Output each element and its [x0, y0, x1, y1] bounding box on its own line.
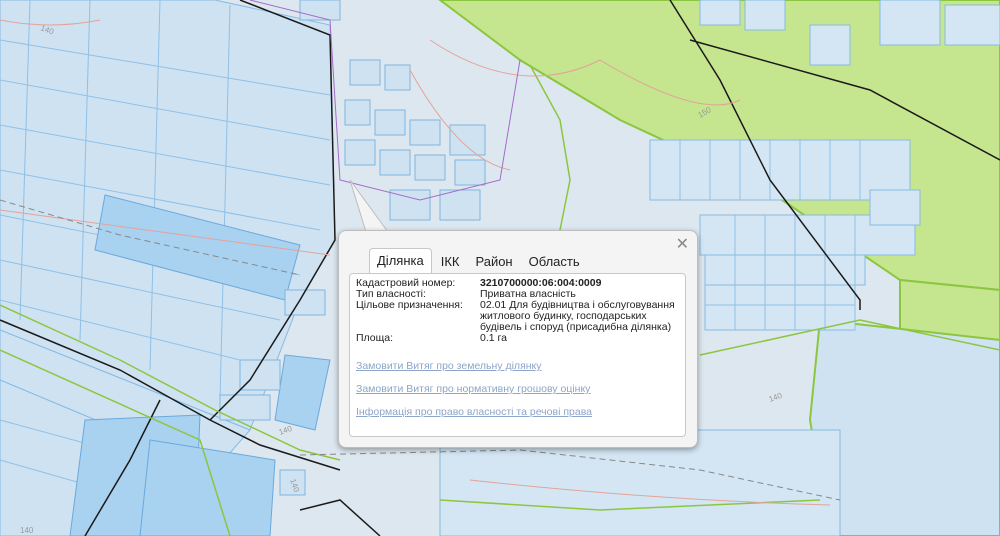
- parcel-info: Кадастровий номер: 3210700000:06:004:000…: [356, 278, 681, 344]
- tab-district[interactable]: Район: [468, 251, 519, 273]
- popup-tabs: Ділянка ІКК Район Область: [369, 247, 589, 274]
- order-valuation-extract-link[interactable]: Замовити Витяг про нормативну грошову оц…: [356, 383, 590, 395]
- purpose-value: 02.01 Для будівництва і обслуговування ж…: [480, 299, 675, 333]
- order-land-extract-link[interactable]: Замовити Витяг про земельну ділянку: [356, 360, 542, 372]
- field-row-purpose: Цільове призначення: 02.01 Для будівницт…: [356, 300, 681, 333]
- field-label: Цільове призначення:: [356, 299, 463, 311]
- close-icon[interactable]: ✕: [676, 236, 689, 252]
- ownership-rights-info-link[interactable]: Інформація про право власності та речові…: [356, 406, 592, 418]
- field-row-area: Площа: 0.1 га: [356, 333, 681, 344]
- parcel-info-popup: ✕ Ділянка ІКК Район Область Кадастровий …: [338, 230, 698, 448]
- area-value: 0.1 га: [480, 332, 507, 344]
- popup-pointer: [349, 180, 389, 232]
- parcel-tab-panel: Кадастровий номер: 3210700000:06:004:000…: [349, 273, 686, 437]
- contour-label: 140: [20, 526, 34, 535]
- field-label: Площа:: [356, 332, 394, 344]
- tab-parcel[interactable]: Ділянка: [369, 248, 432, 274]
- tab-ikk[interactable]: ІКК: [434, 251, 467, 273]
- tab-region[interactable]: Область: [522, 251, 587, 273]
